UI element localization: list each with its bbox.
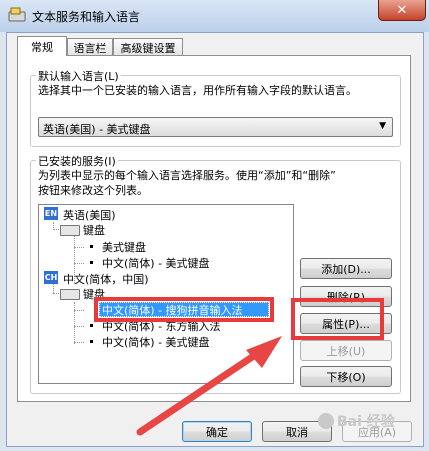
watermark: Bai 经验 <box>318 410 424 432</box>
tab-general-label: 常规 <box>31 40 53 54</box>
annotation-arrow-icon <box>136 336 282 436</box>
watermark-text: Bai 经验 <box>337 414 395 430</box>
tab-general[interactable]: 常规 <box>17 36 67 56</box>
baidu-paw-icon <box>318 413 334 429</box>
